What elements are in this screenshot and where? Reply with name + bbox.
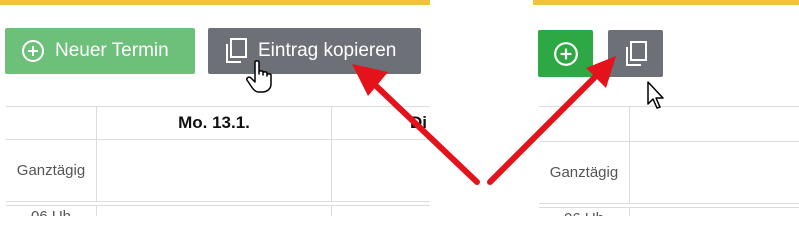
new-appointment-button[interactable]: Neuer Termin	[5, 28, 195, 74]
allday-cell-tuesday[interactable]	[332, 140, 430, 202]
hour-cell-tuesday[interactable]	[332, 205, 430, 216]
new-appointment-label: Neuer Termin	[55, 40, 169, 61]
copy-icon	[624, 40, 648, 67]
hour-cell-monday[interactable]	[97, 205, 332, 216]
corner-cell	[539, 106, 630, 142]
hour-cell[interactable]	[630, 207, 799, 216]
hour-row-label: 06 Uh	[539, 207, 630, 216]
arrow-pointer-icon	[647, 81, 664, 109]
allday-row-label: Ganztägig	[539, 142, 630, 204]
day-header-tuesday[interactable]: Di	[332, 106, 430, 140]
copy-icon	[224, 38, 248, 64]
plus-circle-icon	[21, 39, 45, 63]
day-header-cell[interactable]	[630, 106, 799, 142]
copy-entry-label: Eintrag kopieren	[258, 40, 397, 61]
allday-row-label: Ganztägig	[6, 140, 97, 202]
accent-bar	[0, 0, 430, 5]
corner-cell	[6, 106, 97, 140]
calendar-panel-right: Ganztägig 06 Uh	[533, 0, 799, 216]
hour-row-label: 06 Uh	[6, 205, 97, 216]
plus-circle-icon	[553, 41, 579, 67]
allday-cell[interactable]	[630, 142, 799, 204]
copy-entry-button[interactable]: Eintrag kopieren	[208, 28, 421, 74]
new-appointment-icon-button[interactable]	[538, 30, 593, 77]
allday-cell-monday[interactable]	[97, 140, 332, 202]
day-header-monday[interactable]: Mo. 13.1.	[97, 106, 332, 140]
accent-bar	[533, 0, 799, 5]
copy-entry-icon-button[interactable]	[608, 30, 663, 77]
hand-pointer-icon	[246, 60, 272, 93]
calendar-panel-left: Neuer Termin Eintrag kopieren Mo. 13.1. …	[0, 0, 430, 216]
